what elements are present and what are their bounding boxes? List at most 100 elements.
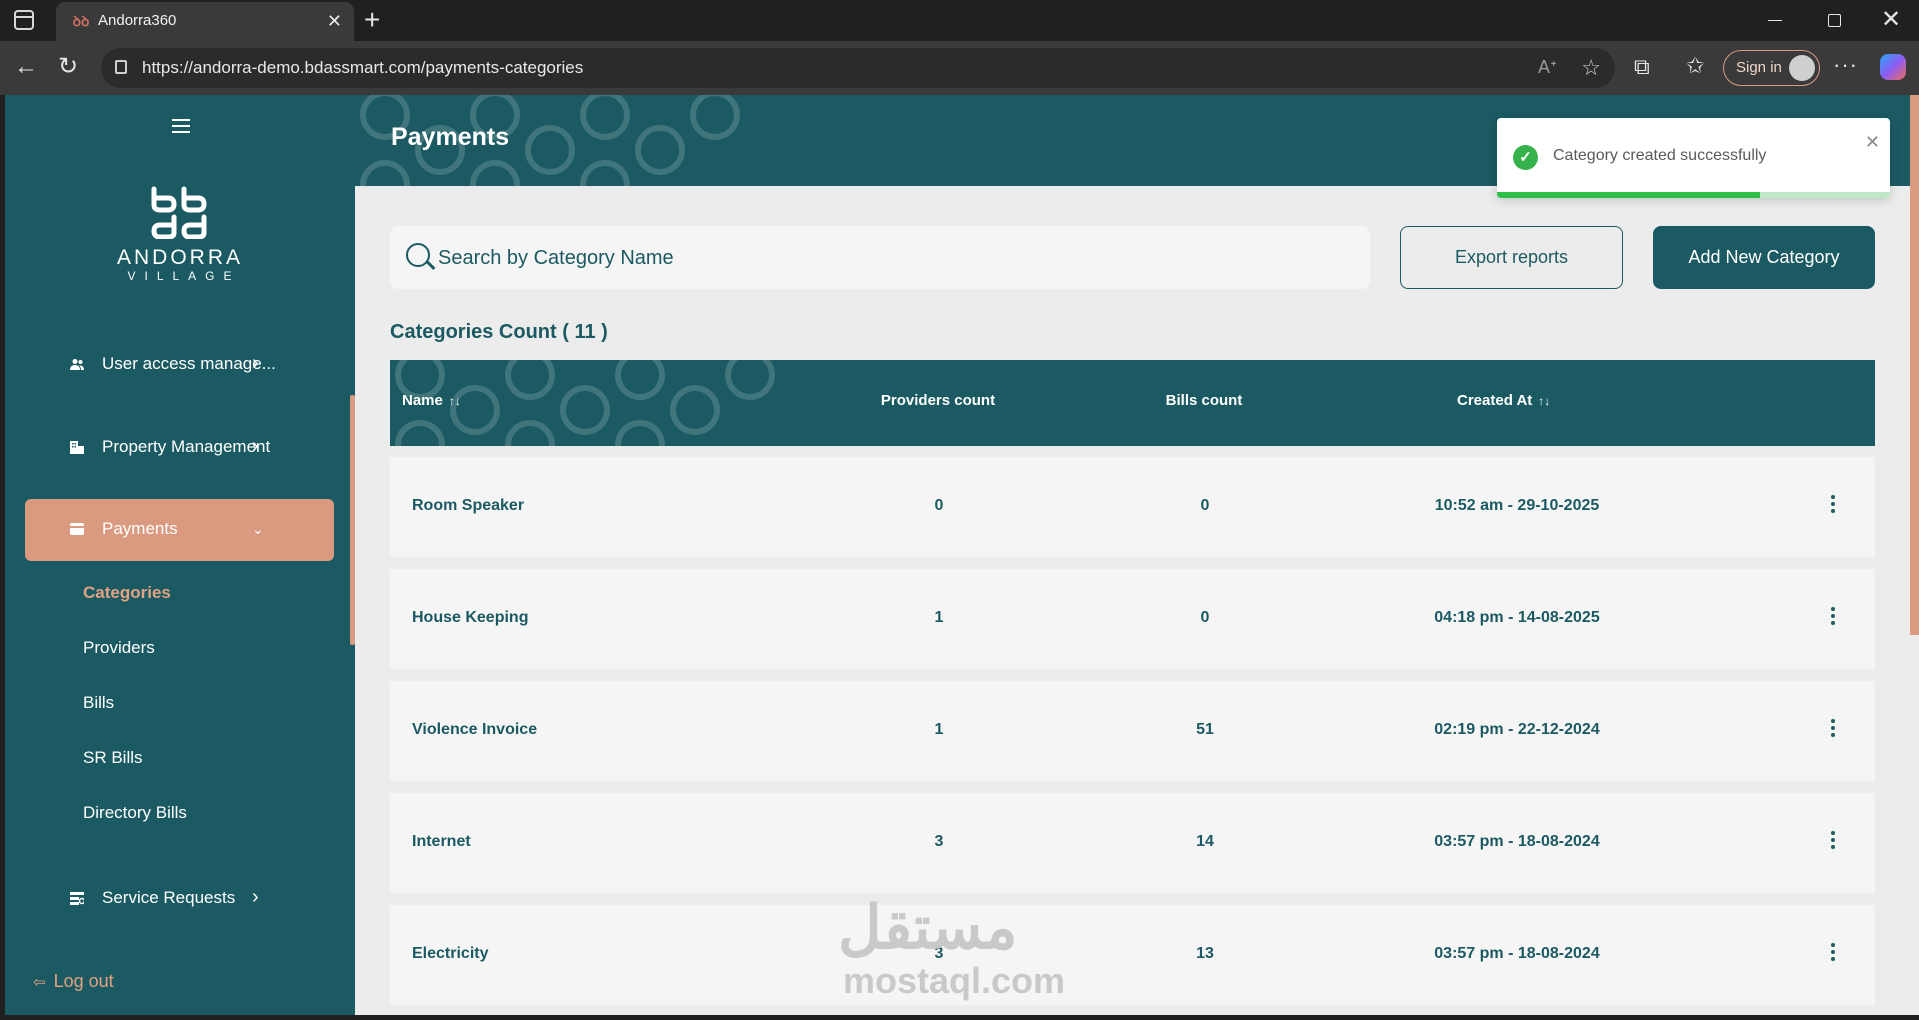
window-close-icon[interactable]: ✕ [1881, 5, 1901, 35]
site-favicon-icon: ꝺꝺ [72, 13, 90, 29]
sort-icon[interactable]: ↑↓ [1538, 394, 1550, 408]
cell-created-at: 10:52 am - 29-10-2025 [1434, 497, 1600, 514]
tab-actions-icon[interactable] [14, 10, 34, 30]
star-icon[interactable]: ☆ [1581, 55, 1601, 81]
back-icon[interactable]: ← [14, 53, 38, 81]
sidebar: ANDORRA VILLAGE User access manage... › … [5, 95, 355, 1015]
sidebar-item-user-access[interactable]: User access manage... › [25, 334, 334, 396]
add-new-category-button[interactable]: Add New Category [1653, 226, 1875, 289]
sign-in-label: Sign in [1736, 59, 1782, 76]
cell-name: Electricity [412, 945, 489, 962]
lock-icon[interactable] [115, 60, 127, 74]
hamburger-menu-icon[interactable] [172, 119, 190, 133]
table-row[interactable]: House Keeping 1 0 04:18 pm - 14-08-2025 [390, 569, 1875, 669]
chevron-right-icon: › [252, 886, 259, 908]
page-title: Payments [391, 123, 510, 151]
building-icon [70, 441, 84, 454]
favorites-icon[interactable]: ✩ [1686, 53, 1704, 79]
row-actions-icon[interactable] [1830, 719, 1836, 741]
logo-mark-icon [151, 186, 207, 240]
chevron-right-icon: › [252, 435, 259, 457]
sidebar-item-service-requests[interactable]: Service Requests › [25, 868, 334, 930]
sidebar-subitem-sr-bills[interactable]: SR Bills [83, 748, 143, 768]
andorra-logo: ANDORRA VILLAGE [115, 183, 245, 283]
cell-name: Violence Invoice [412, 721, 538, 738]
table-row[interactable]: Violence Invoice 1 51 02:19 pm - 22-12-2… [390, 681, 1875, 781]
cell-bills-count: 51 [1196, 721, 1214, 738]
extensions-icon[interactable]: ⧉ [1634, 54, 1650, 80]
read-aloud-icon[interactable]: Aᐩ [1538, 57, 1557, 78]
success-toast: ✓ Category created successfully ✕ [1497, 118, 1890, 198]
profile-avatar-icon [1789, 55, 1815, 81]
export-reports-button[interactable]: Export reports [1400, 226, 1623, 289]
row-actions-icon[interactable] [1830, 943, 1836, 965]
logo-name: ANDORRA [116, 246, 243, 269]
new-tab-icon[interactable]: + [364, 5, 380, 35]
sidebar-item-payments[interactable]: Payments ⌄ [25, 499, 334, 561]
tab-title: Andorra360 [98, 12, 177, 29]
column-header-created-at[interactable]: Created At ↑↓ [1457, 392, 1550, 409]
watermark-text: mostaql.com [843, 960, 1066, 1001]
app-frame: ANDORRA VILLAGE User access manage... › … [5, 95, 1919, 1015]
check-circle-icon: ✓ [1513, 145, 1538, 170]
minimize-icon[interactable] [1768, 20, 1782, 21]
sidebar-item-label: Payments [102, 519, 178, 538]
cell-name: Room Speaker [412, 497, 525, 514]
tab-close-icon[interactable]: ✕ [327, 10, 342, 32]
cell-created-at: 02:19 pm - 22-12-2024 [1434, 721, 1600, 738]
sidebar-subitem-bills[interactable]: Bills [83, 693, 114, 713]
cell-providers-count: 0 [934, 497, 944, 514]
cell-bills-count: 14 [1196, 833, 1214, 850]
sort-icon[interactable]: ↑↓ [449, 394, 461, 408]
cell-bills-count: 0 [1200, 497, 1210, 514]
more-options-icon[interactable]: ··· [1833, 52, 1858, 78]
logo-subtitle: VILLAGE [127, 269, 241, 283]
search-icon [406, 243, 430, 267]
row-actions-icon[interactable] [1830, 495, 1836, 517]
cell-bills-count: 0 [1200, 609, 1210, 626]
address-bar: ← ↻ https://andorra-demo.bdassmart.com/p… [0, 41, 1919, 95]
cell-name: House Keeping [412, 609, 529, 626]
reload-icon[interactable]: ↻ [58, 53, 78, 81]
restore-icon[interactable] [1828, 14, 1841, 27]
sidebar-subitem-directory-bills[interactable]: Directory Bills [83, 803, 187, 823]
browser-tab[interactable]: ꝺꝺ Andorra360 ✕ [56, 2, 354, 41]
cell-name: Internet [412, 833, 471, 850]
cell-created-at: 03:57 pm - 18-08-2024 [1434, 833, 1600, 850]
column-header-providers: Providers count [880, 392, 996, 409]
search-input[interactable] [438, 240, 1338, 276]
copilot-icon[interactable] [1880, 54, 1906, 80]
sidebar-item-label: User access manage... [102, 354, 276, 373]
sidebar-item-label: Service Requests [102, 888, 236, 907]
column-header-label: Created At [1457, 392, 1533, 409]
table-row[interactable]: Electricity 3 13 03:57 pm - 18-08-2024 [390, 905, 1875, 1005]
column-header-name[interactable]: Name ↑↓ [402, 392, 461, 409]
column-header-label: Name [402, 392, 443, 409]
url-text[interactable]: https://andorra-demo.bdassmart.com/payme… [142, 58, 583, 78]
cell-providers-count: 1 [934, 609, 944, 626]
sidebar-subitem-providers[interactable]: Providers [83, 638, 155, 658]
cell-created-at: 04:18 pm - 14-08-2025 [1434, 609, 1600, 626]
toast-close-icon[interactable]: ✕ [1865, 132, 1880, 153]
sidebar-item-property-management[interactable]: Property Management › [25, 417, 334, 479]
users-icon [70, 358, 84, 371]
table-row[interactable]: Internet 3 14 03:57 pm - 18-08-2024 [390, 793, 1875, 893]
cell-bills-count: 13 [1196, 945, 1214, 962]
sidebar-subitem-categories[interactable]: Categories [83, 583, 171, 603]
toast-message: Category created successfully [1553, 147, 1767, 164]
table-row[interactable]: Room Speaker 0 0 10:52 am - 29-10-2025 [390, 457, 1875, 557]
logout-button[interactable]: ⇦ Log out [33, 971, 114, 992]
page-scrollbar[interactable] [1910, 95, 1919, 635]
sign-in-button[interactable]: Sign in [1723, 50, 1820, 86]
card-icon [70, 523, 84, 536]
column-header-bills: Bills count [1165, 392, 1243, 409]
url-field[interactable]: https://andorra-demo.bdassmart.com/payme… [101, 48, 1615, 88]
toast-progress-track [1497, 192, 1890, 198]
row-actions-icon[interactable] [1830, 607, 1836, 629]
browser-tabbar: ꝺꝺ Andorra360 ✕ + ✕ [0, 0, 1919, 41]
row-actions-icon[interactable] [1830, 831, 1836, 853]
logout-icon: ⇦ [33, 974, 46, 991]
categories-count: Categories Count ( 11 ) [390, 321, 608, 343]
sidebar-item-label: Property Management [102, 437, 271, 456]
list-icon [70, 892, 86, 905]
